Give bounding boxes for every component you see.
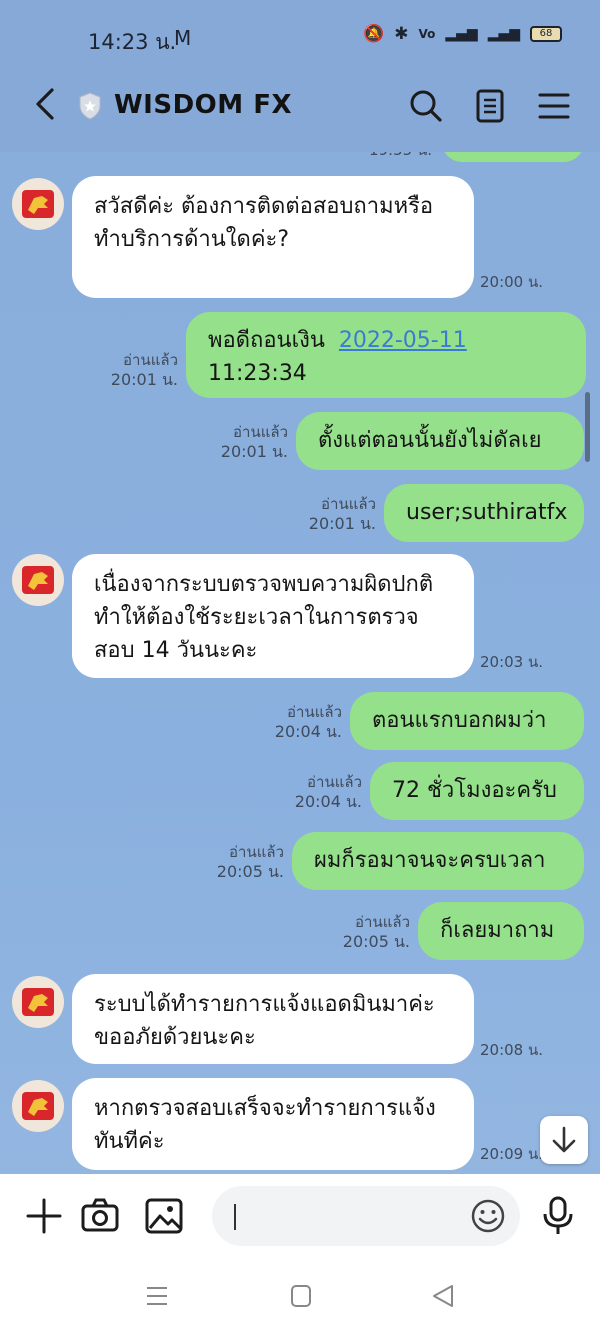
- message-time: 20:05 น.: [342, 932, 410, 951]
- text-cursor: [234, 1204, 236, 1230]
- message-time: 20:01 น.: [110, 370, 178, 389]
- scroll-down-button[interactable]: [540, 1116, 588, 1164]
- message-bubble-sent[interactable]: ตั้งแต่ตอนนั้นยังไม่ดัลเย: [296, 412, 584, 470]
- recent-apps-icon[interactable]: [142, 1284, 172, 1308]
- dragon-logo-icon: [22, 566, 54, 594]
- avatar[interactable]: [12, 178, 64, 230]
- message-text: ตอนแรกบอกผมว่า: [372, 708, 547, 733]
- read-receipt: อ่านแล้ว 20:04 น.: [260, 702, 342, 742]
- message-text: หากตรวจสอบเสร็จจะทำรายการแจ้งทันทีค่ะ: [94, 1096, 436, 1154]
- battery-icon: 68: [530, 26, 562, 42]
- message-text: เนื่องจากระบบตรวจพบความผิดปกติ ทำให้ต้อง…: [94, 572, 434, 663]
- signal-icon: ▂▄▆: [445, 26, 478, 42]
- scrollbar[interactable]: [585, 392, 590, 462]
- message-text: สวัสดีค่ะ ต้องการติดต่อสอบถามหรือทำบริกา…: [94, 194, 434, 252]
- dragon-logo-icon: [22, 190, 54, 218]
- back-nav-icon[interactable]: [428, 1284, 458, 1308]
- message-bubble-received[interactable]: หากตรวจสอบเสร็จจะทำรายการแจ้งทันทีค่ะ: [72, 1078, 474, 1170]
- message-bubble-received[interactable]: ระบบได้ทำรายการแจ้งแอดมินมาค่ะ ขออภัยด้ว…: [72, 974, 474, 1064]
- message-bubble-sent[interactable]: 72 ชั่วโมงอะครับ: [370, 762, 584, 820]
- avatar[interactable]: [12, 1080, 64, 1132]
- volte-icon: Vo: [418, 27, 436, 41]
- chat-title: WISDOM FX: [114, 90, 292, 120]
- message-bubble-sent[interactable]: ตอนแรกบอกผมว่า: [350, 692, 584, 750]
- message-bubble-sent[interactable]: พอดีถอนเงิน 2022-05-11 11:23:34: [186, 312, 586, 398]
- message-time: 20:05 น.: [216, 862, 284, 881]
- message-text: user;suthiratfx: [406, 500, 568, 525]
- camera-icon[interactable]: [78, 1194, 122, 1238]
- home-icon[interactable]: [286, 1284, 316, 1308]
- official-shield-icon: [79, 92, 101, 120]
- read-label: อ่านแล้ว: [123, 351, 178, 369]
- arrow-down-icon: [552, 1126, 576, 1153]
- microphone-icon[interactable]: [536, 1194, 580, 1238]
- read-label: อ่านแล้ว: [307, 773, 362, 791]
- gmail-icon: M: [174, 26, 192, 50]
- back-icon[interactable]: [30, 84, 60, 124]
- read-receipt: อ่านแล้ว 20:01 น.: [96, 350, 178, 390]
- read-label: อ่านแล้ว: [355, 913, 410, 931]
- message-time: 20:08 น.: [480, 1041, 544, 1059]
- system-nav-bar: [0, 1258, 600, 1333]
- notes-icon[interactable]: [470, 86, 510, 126]
- signal-icon-2: ▂▄▆: [487, 26, 520, 42]
- read-receipt: อ่านแล้ว 20:04 น.: [280, 772, 362, 812]
- menu-icon[interactable]: [534, 86, 574, 126]
- status-time: 14:23 น.: [88, 30, 177, 54]
- status-icons: 🔕 ✱ Vo ▂▄▆ ▂▄▆ 68: [363, 24, 562, 44]
- read-receipt: อ่านแล้ว 20:05 น.: [202, 842, 284, 882]
- read-receipt: อ่านแล้ว 20:05 น.: [328, 912, 410, 952]
- message-input[interactable]: [212, 1186, 520, 1246]
- plus-icon[interactable]: [22, 1194, 66, 1238]
- message-time: 20:01 น.: [308, 514, 376, 533]
- message-bubble-sent[interactable]: user;suthiratfx: [384, 484, 584, 542]
- message-bubble-sent[interactable]: ก็เลยมาถาม: [418, 902, 584, 960]
- status-bar: 14:23 น. M 🔕 ✱ Vo ▂▄▆ ▂▄▆ 68: [0, 0, 600, 62]
- bluetooth-icon: ✱: [394, 24, 409, 44]
- message-bubble-sent[interactable]: ผมก็รอมาจนจะครบเวลา: [292, 832, 584, 890]
- emoji-icon[interactable]: [470, 1198, 506, 1234]
- search-icon[interactable]: [406, 86, 446, 126]
- message-time: 20:03 น.: [480, 653, 544, 671]
- read-label: อ่านแล้ว: [233, 423, 288, 441]
- message-text: ก็เลยมาถาม: [440, 918, 555, 943]
- message-text: ผมก็รอมาจนจะครบเวลา: [314, 848, 546, 873]
- chat-area[interactable]: 19:55 น. สวัสดีค่ะ ต้องการติดต่อสอบถามหร…: [0, 152, 600, 1174]
- message-bubble-received[interactable]: เนื่องจากระบบตรวจพบความผิดปกติ ทำให้ต้อง…: [72, 554, 474, 678]
- message-time: 20:04 น.: [274, 722, 342, 741]
- dragon-logo-icon: [22, 988, 54, 1016]
- message-time: 20:04 น.: [294, 792, 362, 811]
- message-bubble-received[interactable]: สวัสดีค่ะ ต้องการติดต่อสอบถามหรือทำบริกา…: [72, 176, 474, 298]
- date-link[interactable]: 2022-05-11: [339, 328, 467, 353]
- message-text-line2: 11:23:34: [208, 361, 307, 386]
- message-text: ตั้งแต่ตอนนั้นยังไม่ดัลเย: [318, 428, 542, 453]
- partial-message-bubble: [442, 152, 584, 162]
- message-input-bar: [0, 1174, 600, 1258]
- read-receipt: อ่านแล้ว 20:01 น.: [294, 494, 376, 534]
- message-time: 20:00 น.: [480, 273, 544, 291]
- image-icon[interactable]: [142, 1194, 186, 1238]
- read-receipt: อ่านแล้ว 20:01 น.: [206, 422, 288, 462]
- message-text: ระบบได้ทำรายการแจ้งแอดมินมาค่ะ ขออภัยด้ว…: [94, 992, 435, 1050]
- message-text: 72 ชั่วโมงอะครับ: [392, 778, 557, 803]
- message-time: 20:09 น.: [480, 1145, 544, 1163]
- message-time: 20:01 น.: [220, 442, 288, 461]
- read-label: อ่านแล้ว: [321, 495, 376, 513]
- read-label: อ่านแล้ว: [287, 703, 342, 721]
- avatar[interactable]: [12, 976, 64, 1028]
- chat-header: WISDOM FX: [0, 62, 600, 152]
- dragon-logo-icon: [22, 1092, 54, 1120]
- avatar[interactable]: [12, 554, 64, 606]
- mute-icon: 🔕: [363, 24, 385, 44]
- read-label: อ่านแล้ว: [229, 843, 284, 861]
- partial-message-time: 19:55 น.: [340, 152, 432, 160]
- message-text: พอดีถอนเงิน: [208, 328, 325, 353]
